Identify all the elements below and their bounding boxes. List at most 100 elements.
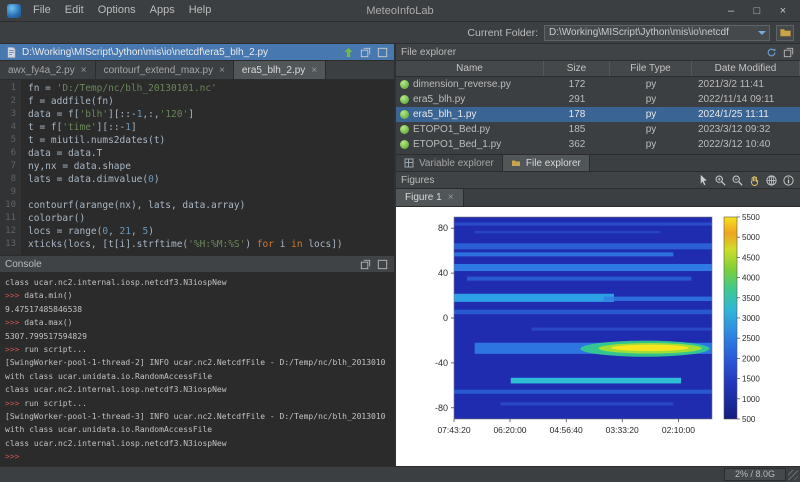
- contour-band: [454, 310, 712, 314]
- code-text: data = f['blh'][::-1,:,'120']: [21, 108, 194, 121]
- column-header-size[interactable]: Size: [544, 61, 610, 76]
- figure-canvas[interactable]: 80400-40-8007:43:2006:20:0004:56:4003:33…: [396, 207, 800, 466]
- resize-grip-icon[interactable]: [788, 470, 798, 480]
- column-header-file-type[interactable]: File Type: [610, 61, 692, 76]
- tab-close-icon[interactable]: ×: [81, 65, 87, 76]
- menu-edit[interactable]: Edit: [58, 0, 91, 21]
- float-panel-icon[interactable]: [359, 258, 372, 271]
- editor-tab[interactable]: era5_blh_2.py ×: [234, 61, 326, 79]
- pan-hand-icon[interactable]: [748, 174, 761, 187]
- column-header-date-modified[interactable]: Date Modified: [692, 61, 800, 76]
- tab-close-icon[interactable]: ×: [448, 192, 454, 203]
- code-line[interactable]: 10contourf(arange(nx), lats, data.array): [0, 199, 394, 212]
- py-file-icon: [400, 110, 409, 119]
- code-text: colorbar(): [21, 212, 85, 225]
- status-bar: 2% / 8.0G: [0, 466, 800, 482]
- console-output[interactable]: class ucar.nc2.internal.iosp.netcdf3.N3i…: [0, 273, 394, 466]
- contour-band: [454, 390, 712, 394]
- zoom-out-icon[interactable]: [731, 174, 744, 187]
- editor-panel: D:\Working\MIScript\Jython\mis\io\netcdf…: [0, 44, 394, 256]
- code-editor[interactable]: 1fn = 'D:/Temp/nc/blh_20130101.nc'2f = a…: [0, 80, 394, 255]
- float-panel-icon[interactable]: [782, 46, 795, 59]
- menu-help[interactable]: Help: [182, 0, 219, 21]
- editor-title-icons: [342, 46, 389, 59]
- py-file-icon: [400, 95, 409, 104]
- code-line[interactable]: 6data = data.T: [0, 147, 394, 160]
- current-folder-combo[interactable]: D:\Working\MIScript\Jython\mis\io\netcdf: [544, 25, 770, 41]
- refresh-icon[interactable]: [765, 46, 778, 59]
- console-line: [SwingWorker-pool-1-thread-3] INFO ucar.…: [5, 410, 389, 423]
- contour-band: [604, 297, 712, 301]
- code-line[interactable]: 9: [0, 186, 394, 199]
- colorbar-tick-label: 2500: [742, 334, 760, 343]
- line-number: 11: [0, 212, 21, 225]
- file-row[interactable]: era5_blh.py291py2022/11/14 09:11: [396, 92, 800, 107]
- colorbar: [724, 217, 737, 419]
- y-tick-label: 80: [438, 223, 448, 233]
- meteoinfo-logo-icon: [7, 4, 21, 18]
- run-script-icon[interactable]: [342, 46, 355, 59]
- code-line[interactable]: 11colorbar(): [0, 212, 394, 225]
- tab-close-icon[interactable]: ×: [311, 65, 317, 76]
- file-modified-cell: 2022/11/14 09:11: [692, 92, 800, 107]
- memory-indicator[interactable]: 2% / 8.0G: [724, 468, 786, 481]
- line-number: 8: [0, 173, 21, 186]
- code-line[interactable]: 5t = miutil.nums2dates(t): [0, 134, 394, 147]
- code-line[interactable]: 1fn = 'D:/Temp/nc/blh_20130101.nc': [0, 82, 394, 95]
- code-text: fn = 'D:/Temp/nc/blh_20130101.nc': [21, 82, 217, 95]
- contour-band: [511, 378, 681, 384]
- column-header-name[interactable]: Name: [396, 61, 544, 76]
- maximize-button[interactable]: □: [744, 1, 770, 21]
- file-row[interactable]: era5_blh_1.py178py2024/1/25 11:11: [396, 107, 800, 122]
- code-line[interactable]: 13xticks(locs, [t[i].strftime('%H:%M:%S'…: [0, 238, 394, 251]
- file-row[interactable]: ETOPO1_Bed.py185py2023/3/12 09:32: [396, 122, 800, 137]
- code-line[interactable]: 7ny,nx = data.shape: [0, 160, 394, 173]
- editor-tab[interactable]: awx_fy4a_2.py ×: [0, 61, 96, 79]
- menu-apps[interactable]: Apps: [143, 0, 182, 21]
- tab-label: era5_blh_2.py: [242, 65, 305, 76]
- window-controls: – □ ×: [718, 1, 796, 21]
- colorbar-tick-label: 4500: [742, 253, 760, 262]
- console-line: class ucar.nc2.internal.iosp.netcdf3.N3i…: [5, 437, 389, 450]
- console-line: >>>: [5, 450, 389, 463]
- menu-bar: FileEditOptionsAppsHelp: [26, 0, 218, 21]
- close-button[interactable]: ×: [770, 1, 796, 21]
- code-text: locs = range(0, 21, 5): [21, 225, 154, 238]
- colorbar-tick-label: 5000: [742, 233, 760, 242]
- code-line[interactable]: 12locs = range(0, 21, 5): [0, 225, 394, 238]
- menu-file[interactable]: File: [26, 0, 58, 21]
- code-line[interactable]: 2f = addfile(fn): [0, 95, 394, 108]
- tab-file-explorer[interactable]: File explorer: [503, 155, 590, 171]
- file-name-cell: era5_blh.py: [396, 92, 544, 107]
- main-area: D:\Working\MIScript\Jython\mis\io\netcdf…: [0, 44, 800, 466]
- code-line[interactable]: 8lats = data.dimvalue(0): [0, 173, 394, 186]
- tab-close-icon[interactable]: ×: [219, 65, 225, 76]
- figure-tab[interactable]: Figure 1 ×: [396, 189, 464, 206]
- chevron-down-icon[interactable]: [755, 26, 769, 40]
- maximize-panel-icon[interactable]: [376, 258, 389, 271]
- minimize-button[interactable]: –: [718, 1, 744, 21]
- figure-tab-bar: Figure 1 ×: [396, 189, 800, 207]
- browse-folder-button[interactable]: [776, 25, 794, 41]
- console-line: with class ucar.unidata.io.RandomAccessF…: [5, 423, 389, 436]
- zoom-in-icon[interactable]: [714, 174, 727, 187]
- editor-tab[interactable]: contourf_extend_max.py×: [96, 61, 234, 79]
- contourf-plot[interactable]: 80400-40-8007:43:2006:20:0004:56:4003:33…: [396, 207, 800, 466]
- line-number: 13: [0, 238, 21, 251]
- menu-options[interactable]: Options: [91, 0, 143, 21]
- colorbar-tick-label: 1500: [742, 375, 760, 384]
- select-arrow-icon[interactable]: [697, 174, 710, 187]
- full-extent-icon[interactable]: [765, 174, 778, 187]
- figures-panel: Figures: [396, 172, 800, 466]
- code-line[interactable]: 3data = f['blh'][::-1,:,'120']: [0, 108, 394, 121]
- file-table: dimension_reverse.py172py2021/3/2 11:41e…: [396, 77, 800, 154]
- code-line[interactable]: 4t = f['time'][::-1]: [0, 121, 394, 134]
- tab-label: awx_fy4a_2.py: [8, 65, 75, 76]
- identify-icon[interactable]: [782, 174, 795, 187]
- x-tick-label: 03:33:20: [606, 425, 639, 435]
- tab-variable-explorer[interactable]: Variable explorer: [396, 155, 503, 171]
- file-row[interactable]: ETOPO1_Bed_1.py362py2022/3/12 10:40: [396, 137, 800, 152]
- maximize-panel-icon[interactable]: [376, 46, 389, 59]
- float-panel-icon[interactable]: [359, 46, 372, 59]
- file-row[interactable]: dimension_reverse.py172py2021/3/2 11:41: [396, 77, 800, 92]
